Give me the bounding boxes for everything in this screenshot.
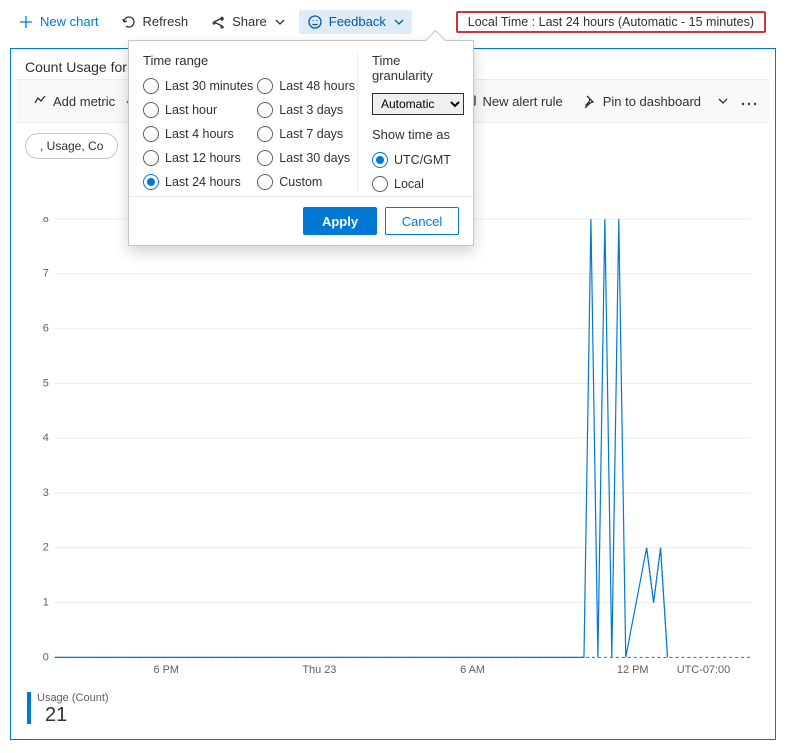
- pin-icon: [583, 94, 597, 108]
- radio-icon: [143, 126, 159, 142]
- plus-icon: [18, 14, 34, 30]
- radio-label: Last hour: [165, 103, 217, 117]
- svg-text:8: 8: [43, 217, 49, 225]
- radio-label: Local: [394, 177, 424, 191]
- time-range-option[interactable]: Last 30 days: [257, 150, 355, 166]
- pin-to-dashboard-button[interactable]: Pin to dashboard: [573, 90, 711, 113]
- top-toolbar: New chart Refresh Share Feedback Local T…: [0, 0, 786, 44]
- chart-legend: Usage (Count) 21: [29, 692, 109, 727]
- add-metric-button[interactable]: Add metric: [23, 90, 125, 113]
- chart-area: 0 1 2 3 4 5 6 7 8 6 PM Thu 23 6 AM 12 PM UTC-07:00: [25, 217, 761, 679]
- svg-text:12 PM: 12 PM: [617, 664, 649, 676]
- filter-chip-text: , Usage, Co: [40, 139, 103, 153]
- time-range-heading: Time range: [143, 53, 353, 68]
- svg-text:0: 0: [43, 651, 49, 663]
- radio-label: Last 30 days: [279, 151, 350, 165]
- more-button[interactable]: [735, 90, 763, 113]
- refresh-label: Refresh: [143, 14, 189, 30]
- radio-icon: [257, 126, 273, 142]
- legend-label: Usage (Count): [37, 692, 109, 704]
- svg-text:7: 7: [43, 268, 49, 280]
- time-range-option[interactable]: Last 4 hours: [143, 126, 253, 142]
- show-time-option[interactable]: UTC/GMT: [372, 152, 464, 168]
- time-range-option[interactable]: Last 30 minutes: [143, 78, 253, 94]
- time-range-option[interactable]: Last 7 days: [257, 126, 355, 142]
- time-range-option[interactable]: Last 3 days: [257, 102, 355, 118]
- metric-filter-chip[interactable]: , Usage, Co: [25, 133, 118, 159]
- new-chart-button[interactable]: New chart: [10, 10, 107, 34]
- refresh-icon: [121, 14, 137, 30]
- time-range-option[interactable]: Custom: [257, 174, 355, 190]
- radio-label: Last 3 days: [279, 103, 343, 117]
- share-label: Share: [232, 14, 267, 30]
- time-range-options: Last 30 minutes Last 48 hours Last hour Las…: [143, 78, 353, 190]
- radio-icon: [143, 174, 159, 190]
- usage-line-chart: 0 1 2 3 4 5 6 7 8 6 PM Thu 23 6 AM 12 PM UTC-07:00: [25, 217, 761, 679]
- radio-icon: [372, 176, 388, 192]
- radio-label: Last 12 hours: [165, 151, 241, 165]
- radio-label: Last 7 days: [279, 127, 343, 141]
- time-granularity-heading: Time granularity: [372, 53, 464, 83]
- share-icon: [210, 14, 226, 30]
- apply-button[interactable]: Apply: [303, 207, 377, 235]
- radio-label: Last 4 hours: [165, 127, 234, 141]
- cancel-button[interactable]: Cancel: [385, 207, 459, 235]
- time-range-option[interactable]: Last 24 hours: [143, 174, 253, 190]
- radio-label: Custom: [279, 175, 322, 189]
- sparkle-icon: [33, 94, 47, 108]
- time-granularity-select[interactable]: Automatic: [372, 93, 464, 115]
- feedback-button[interactable]: Feedback: [299, 10, 412, 34]
- legend-color-bar: [27, 692, 31, 724]
- new-chart-label: New chart: [40, 14, 99, 30]
- radio-icon: [143, 150, 159, 166]
- chevron-down-icon: [394, 17, 404, 27]
- radio-label: Last 24 hours: [165, 175, 241, 189]
- time-range-option[interactable]: Last hour: [143, 102, 253, 118]
- show-time-as-heading: Show time as: [372, 127, 464, 142]
- radio-label: Last 30 minutes: [165, 79, 253, 93]
- time-range-popover: Time range Last 30 minutesLast 48 hoursL…: [128, 40, 474, 246]
- show-time-option[interactable]: Local: [372, 176, 464, 192]
- svg-text:UTC-07:00: UTC-07:00: [677, 664, 730, 676]
- radio-label: UTC/GMT: [394, 153, 451, 167]
- chevron-down-icon[interactable]: [717, 95, 729, 107]
- svg-text:4: 4: [43, 432, 49, 444]
- share-button[interactable]: Share: [202, 10, 293, 34]
- svg-text:3: 3: [43, 487, 49, 499]
- time-range-pill[interactable]: Local Time : Last 24 hours (Automatic - …: [456, 11, 766, 33]
- feedback-label: Feedback: [329, 14, 386, 30]
- radio-icon: [143, 102, 159, 118]
- new-alert-rule-label: New alert rule: [483, 94, 563, 109]
- radio-icon: [257, 174, 273, 190]
- time-range-option[interactable]: Last 12 hours: [143, 150, 253, 166]
- smiley-icon: [307, 14, 323, 30]
- svg-text:1: 1: [43, 597, 49, 609]
- time-range-option[interactable]: Last 48 hours: [257, 78, 355, 94]
- svg-text:2: 2: [43, 542, 49, 554]
- radio-icon: [257, 102, 273, 118]
- radio-icon: [257, 150, 273, 166]
- chevron-down-icon: [275, 17, 285, 27]
- svg-text:6 AM: 6 AM: [460, 664, 485, 676]
- svg-text:6: 6: [43, 323, 49, 335]
- pin-label: Pin to dashboard: [603, 94, 701, 109]
- radio-icon: [372, 152, 388, 168]
- show-time-options: UTC/GMT Local: [372, 152, 464, 192]
- legend-value: 21: [37, 704, 109, 727]
- ellipsis-icon: [741, 102, 757, 106]
- svg-text:5: 5: [43, 377, 49, 389]
- svg-text:6 PM: 6 PM: [153, 664, 179, 676]
- radio-label: Last 48 hours: [279, 79, 355, 93]
- add-metric-label: Add metric: [53, 94, 115, 109]
- radio-icon: [257, 78, 273, 94]
- refresh-button[interactable]: Refresh: [113, 10, 197, 34]
- radio-icon: [143, 78, 159, 94]
- svg-text:Thu 23: Thu 23: [302, 664, 336, 676]
